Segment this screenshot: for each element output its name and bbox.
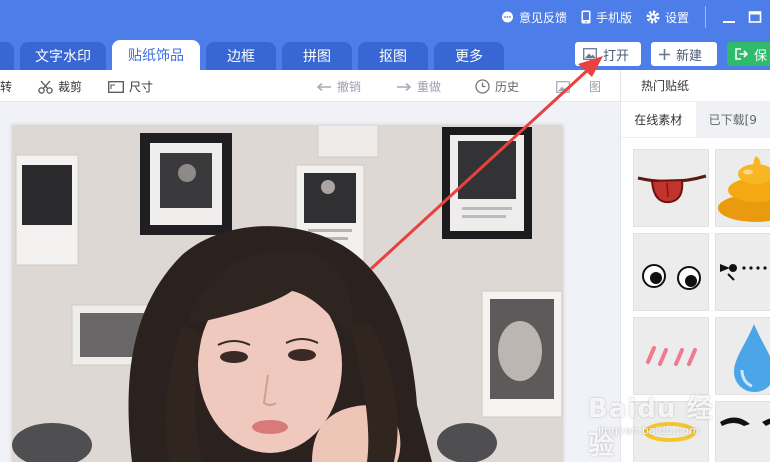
compare-tool[interactable]: 图: [556, 78, 601, 95]
history-label: 历史: [495, 80, 520, 94]
history-tool[interactable]: 历史: [475, 78, 519, 95]
maximize-button[interactable]: [744, 8, 766, 26]
picture-icon: [556, 80, 570, 93]
panel-tabs: 在线素材 已下载[9: [621, 102, 770, 138]
minimize-button[interactable]: [718, 8, 740, 26]
portrait-photo: [12, 125, 563, 462]
tab-online-materials[interactable]: 在线素材: [621, 102, 696, 137]
water-drop-icon: [734, 324, 770, 392]
tab-more[interactable]: 更多: [434, 42, 504, 70]
open-button[interactable]: 打开: [575, 42, 641, 66]
halo-icon: [644, 422, 696, 442]
main-tabs: 文字水印 贴纸饰品 边框 拼图 抠图 更多: [0, 40, 510, 70]
tongue-icon: [637, 174, 707, 204]
sticker-mustache[interactable]: [715, 401, 770, 462]
phone-icon: [581, 10, 591, 24]
undo-arrow-icon: [316, 82, 331, 91]
dotted-line-icon: [720, 264, 767, 281]
tab-text-watermark[interactable]: 文字水印: [20, 42, 106, 70]
export-icon: [735, 48, 748, 60]
crop-label: 裁剪: [58, 80, 83, 94]
sticker-poop[interactable]: [715, 149, 770, 227]
feedback-link[interactable]: 意见反馈: [501, 9, 567, 26]
edit-toolbar: 转 裁剪 尺寸 撤销 重做 历史 图: [0, 70, 620, 102]
header-links: 意见反馈 手机版 设置: [501, 6, 770, 28]
sticker-blush-lines[interactable]: [633, 317, 709, 395]
undo-tool[interactable]: 撤销: [316, 78, 361, 95]
redo-tool[interactable]: 重做: [396, 78, 441, 95]
panel-title: 热门贴纸: [621, 70, 770, 102]
mustache-icon: [720, 417, 770, 426]
settings-label: 设置: [664, 10, 689, 25]
header-divider: [705, 6, 706, 28]
blush-lines-icon: [646, 346, 697, 366]
poop-icon: [718, 156, 770, 222]
save-label: 保: [754, 48, 768, 64]
redo-arrow-icon: [397, 82, 412, 91]
chat-bubble-icon: [501, 11, 513, 22]
scissors-icon: [38, 80, 53, 94]
rotate-label: 转: [0, 80, 13, 94]
tab-borders[interactable]: 边框: [206, 42, 276, 70]
crop-tool[interactable]: 裁剪: [38, 78, 82, 95]
settings-link[interactable]: 设置: [646, 9, 689, 26]
save-button[interactable]: 保: [727, 42, 770, 66]
redo-label: 重做: [417, 80, 442, 94]
tab-cutout[interactable]: 抠图: [358, 42, 428, 70]
googly-eyes-icon: [642, 264, 701, 290]
compare-label: 图: [589, 80, 602, 94]
new-button[interactable]: 新建: [651, 42, 717, 66]
tab-downloaded[interactable]: 已下载[9: [695, 102, 770, 137]
sticker-water-drop[interactable]: [715, 317, 770, 395]
top-bar: 意见反馈 手机版 设置 文字水印 贴纸饰品 边框 拼图 抠图 更多 打开 新建 …: [0, 0, 770, 70]
sticker-halo[interactable]: [633, 401, 709, 462]
tab-stickers[interactable]: 贴纸饰品: [112, 40, 200, 70]
size-label: 尺寸: [129, 80, 154, 94]
clock-icon: [475, 79, 490, 94]
file-actions: 打开 新建 保: [575, 42, 770, 66]
feedback-label: 意见反馈: [518, 10, 567, 25]
editing-canvas[interactable]: [0, 103, 620, 462]
mobile-link[interactable]: 手机版: [581, 9, 632, 26]
tab-partial[interactable]: [0, 42, 14, 70]
photo-image[interactable]: [12, 125, 563, 462]
rotate-tool[interactable]: 转: [0, 78, 12, 95]
tab-collage[interactable]: 拼图: [282, 42, 352, 70]
sticker-panel: 热门贴纸 在线素材 已下载[9: [620, 70, 770, 462]
sticker-googly-eyes[interactable]: [633, 233, 709, 311]
size-tool[interactable]: 尺寸: [108, 78, 153, 95]
resize-icon: [108, 80, 124, 93]
maximize-icon: [748, 11, 762, 23]
sticker-tongue[interactable]: [633, 149, 709, 227]
gear-icon: [646, 10, 660, 24]
minimize-icon: [723, 21, 735, 23]
new-label: 新建: [676, 48, 703, 64]
plus-icon: [659, 48, 670, 60]
mobile-label: 手机版: [595, 10, 632, 25]
open-label: 打开: [603, 48, 630, 64]
sticker-dotted-line[interactable]: [715, 233, 770, 311]
image-icon: [583, 48, 597, 60]
undo-label: 撤销: [337, 80, 362, 94]
